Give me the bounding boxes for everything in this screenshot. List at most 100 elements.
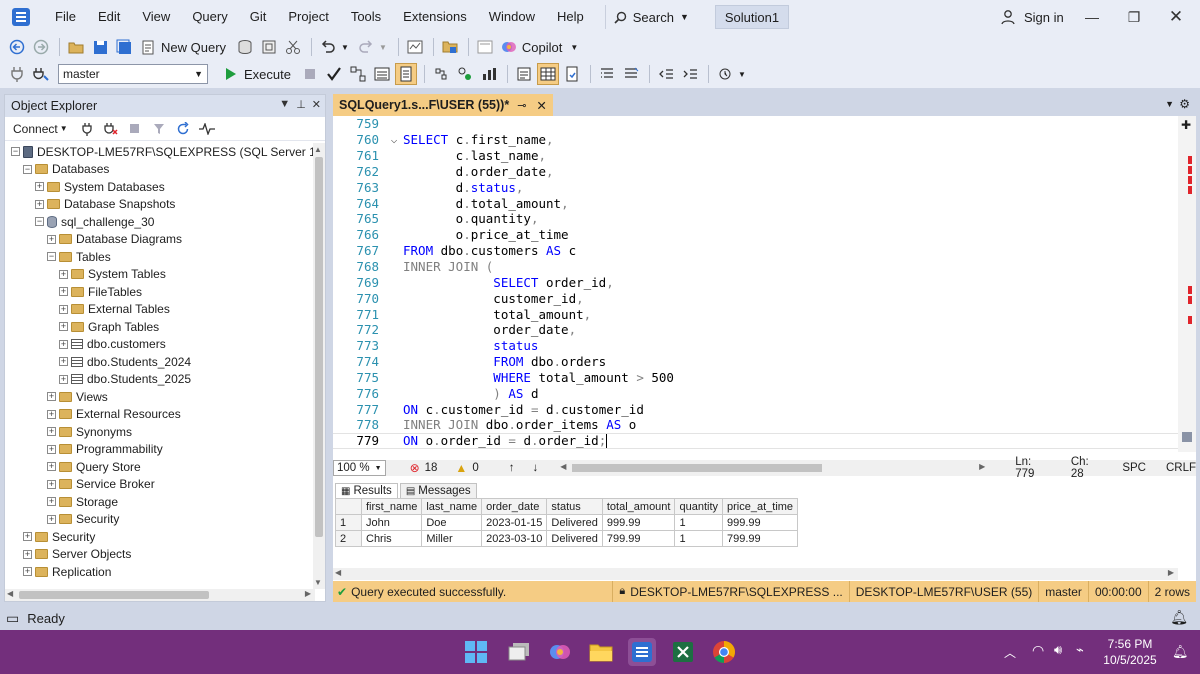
- chevron-down-icon[interactable]: ▼: [279, 98, 290, 111]
- tree-node[interactable]: + Replication: [5, 563, 315, 581]
- expand-icon[interactable]: +: [47, 234, 56, 244]
- pin-icon[interactable]: ⊸: [517, 99, 526, 112]
- mdx-query-icon[interactable]: [258, 36, 280, 58]
- activity-monitor-icon[interactable]: [404, 36, 426, 58]
- notification-bell-icon[interactable]: 🔔︎: [1170, 609, 1188, 626]
- table-row[interactable]: 2 Chris Miller 2023-03-10 Delivered 799.99 1 79…: [335, 530, 799, 547]
- expand-icon[interactable]: +: [59, 304, 68, 314]
- code-line[interactable]: 774 FROM dbo. orders: [333, 354, 1178, 370]
- specify-values-icon[interactable]: [714, 63, 736, 85]
- code-line[interactable]: 760 ⌵ SELECT c. first_name,: [333, 132, 1178, 148]
- open-folder-icon[interactable]: [65, 36, 87, 58]
- table-row[interactable]: 1 John Doe 2023-01-15 Delivered 999.99 1 999.99: [335, 514, 799, 531]
- query-document-tab[interactable]: SQLQuery1.s...F\USER (55))* ⊸ ✕: [333, 94, 553, 116]
- tree-node[interactable]: + FileTables: [5, 283, 315, 301]
- grid-cell[interactable]: 999.99: [722, 514, 799, 531]
- notifications-icon[interactable]: 🔔︎: [1172, 644, 1189, 660]
- expand-icon[interactable]: +: [47, 427, 56, 437]
- tree-node[interactable]: + Views: [5, 388, 315, 406]
- grid-cell[interactable]: Miller: [421, 530, 483, 547]
- code-line[interactable]: 768 INNER JOIN (: [333, 259, 1178, 275]
- ssms-taskbar-icon[interactable]: [628, 638, 656, 666]
- grid-cell[interactable]: 799.99: [722, 530, 799, 547]
- expand-icon[interactable]: +: [23, 567, 32, 577]
- grid-cell[interactable]: 2023-03-10: [481, 530, 548, 547]
- copilot-button[interactable]: Copilot: [522, 40, 562, 55]
- ssms-logo-icon[interactable]: [10, 6, 32, 28]
- results-to-grid-icon[interactable]: [536, 63, 559, 85]
- tree-node[interactable]: + dbo.Students_2025: [5, 371, 315, 389]
- collapse-icon[interactable]: −: [35, 217, 44, 227]
- close-icon[interactable]: ✕: [312, 98, 321, 111]
- query-options-icon[interactable]: [371, 63, 393, 85]
- code-editor[interactable]: 759 760 ⌵ SELECT c. first_name, 761 c. last_na…: [333, 116, 1178, 452]
- volume-icon[interactable]: 🔊︎: [1054, 642, 1062, 658]
- code-line[interactable]: 777 ON c. customer_id = d. customer_id: [333, 401, 1178, 417]
- code-line[interactable]: 779 ON o. order_id = d. order_id;: [333, 432, 1178, 449]
- previous-issue-arrow-icon[interactable]: ↑: [509, 462, 515, 474]
- editor-horizontal-scrollbar[interactable]: ◀ ▶: [558, 462, 985, 474]
- tree-node[interactable]: + Database Snapshots: [5, 196, 315, 214]
- close-tab-icon[interactable]: ✕: [536, 98, 546, 113]
- tree-node[interactable]: + External Tables: [5, 301, 315, 319]
- error-icon[interactable]: ⊗: [410, 461, 420, 475]
- overflow-chevron-icon[interactable]: ▼: [570, 43, 578, 52]
- tree-node[interactable]: + dbo.customers: [5, 336, 315, 354]
- results-to-file-icon[interactable]: [561, 63, 583, 85]
- column-header[interactable]: price_at_time: [722, 498, 799, 515]
- filter-icon[interactable]: [148, 118, 170, 140]
- code-line[interactable]: 765 o. quantity,: [333, 211, 1178, 227]
- restore-button[interactable]: ❐: [1114, 0, 1154, 34]
- menu-extensions[interactable]: Extensions: [392, 0, 478, 34]
- chevron-down-icon[interactable]: ▼: [341, 43, 349, 52]
- taskbar-clock[interactable]: 7:56 PM 10/5/2025: [1098, 636, 1162, 668]
- stop-icon[interactable]: [124, 118, 146, 140]
- stop-icon[interactable]: [299, 63, 321, 85]
- wifi-icon[interactable]: ◠: [1032, 642, 1044, 659]
- disconnect-icon[interactable]: [100, 118, 122, 140]
- tree-node[interactable]: − Tables: [5, 248, 315, 266]
- expand-icon[interactable]: +: [35, 182, 44, 192]
- code-line[interactable]: 775 WHERE total_amount > 500: [333, 370, 1178, 386]
- tree-node[interactable]: + Security: [5, 511, 315, 529]
- column-header[interactable]: first_name: [360, 498, 423, 515]
- code-line[interactable]: 770 customer_id,: [333, 290, 1178, 306]
- expand-icon[interactable]: +: [59, 322, 68, 332]
- cut-icon[interactable]: [282, 36, 304, 58]
- column-header[interactable]: status: [546, 498, 603, 515]
- chevron-down-icon[interactable]: ▼: [60, 124, 68, 133]
- scroll-thumb[interactable]: [315, 157, 323, 537]
- parse-checkmark-icon[interactable]: [323, 63, 345, 85]
- column-header[interactable]: quantity: [674, 498, 724, 515]
- menu-query[interactable]: Query: [181, 0, 238, 34]
- actual-plan-icon[interactable]: [430, 63, 452, 85]
- chrome-icon[interactable]: [710, 638, 738, 666]
- refresh-icon[interactable]: [172, 118, 194, 140]
- code-line[interactable]: 773 status: [333, 338, 1178, 354]
- code-line[interactable]: 766 o. price_at_time: [333, 227, 1178, 243]
- expand-icon[interactable]: +: [35, 199, 44, 209]
- code-vertical-scrollbar[interactable]: ✚: [1178, 116, 1196, 452]
- grid-cell[interactable]: 2023-01-15: [481, 514, 548, 531]
- undo-icon[interactable]: [317, 36, 339, 58]
- grid-cell[interactable]: Chris: [360, 530, 423, 547]
- expand-icon[interactable]: +: [59, 269, 68, 279]
- search-button[interactable]: Search ▼: [604, 5, 697, 29]
- expand-icon[interactable]: +: [23, 532, 32, 542]
- back-arrow-icon[interactable]: [6, 36, 28, 58]
- menu-git[interactable]: Git: [239, 0, 278, 34]
- settings-gear-icon[interactable]: ⚙: [1179, 97, 1190, 111]
- excel-icon[interactable]: [669, 638, 697, 666]
- code-line[interactable]: 761 c. last_name,: [333, 148, 1178, 164]
- split-editor-icon[interactable]: ✚: [1181, 118, 1191, 132]
- battery-icon[interactable]: ⌁: [1076, 642, 1084, 658]
- tree-node[interactable]: + Programmability: [5, 441, 315, 459]
- decrease-indent-icon[interactable]: [655, 63, 677, 85]
- change-connection-icon[interactable]: [30, 63, 52, 85]
- windows-start-icon[interactable]: [462, 638, 490, 666]
- column-header[interactable]: last_name: [421, 498, 483, 515]
- overflow-chevron-icon[interactable]: ▼: [738, 70, 746, 79]
- grid-cell[interactable]: 799.99: [601, 530, 676, 547]
- code-line[interactable]: 776 ) AS d: [333, 385, 1178, 401]
- new-query-button[interactable]: New Query: [161, 40, 226, 55]
